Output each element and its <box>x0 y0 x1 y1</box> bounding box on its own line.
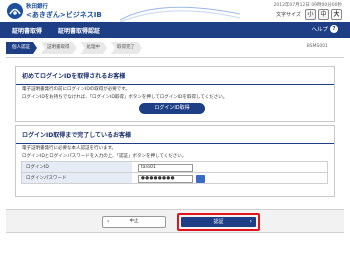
login-id-label: ログインID <box>22 162 132 172</box>
software-keyboard-icon[interactable] <box>196 175 205 189</box>
first-login-title: 初めてログインIDを取得されるお客様 <box>16 67 334 85</box>
fontsize-small-button[interactable]: 小 <box>305 9 316 20</box>
password-cell: ●●●●●●●● <box>132 173 327 189</box>
fontsize-medium-button[interactable]: 中 <box>318 9 329 20</box>
titlebar: 証明書取得 証明書取得認証 ヘルプ ? <box>0 22 350 38</box>
login-id-row: ログインID taro01 <box>21 161 328 173</box>
titlebar-section: 証明書取得 <box>12 28 43 35</box>
header: 秋田銀行 <あきぎん>ビジネスIB 2012年07月12日 09時00分00秒 … <box>0 0 350 22</box>
step-processing: 処理中 <box>81 42 108 54</box>
auth-button[interactable]: 認証 › <box>181 217 256 227</box>
datetime: 2012年07月12日 09時00分00秒 <box>273 3 342 8</box>
service-name: <あきぎん>ビジネスIB <box>26 11 102 19</box>
chevron-left-icon: ‹ <box>107 218 110 225</box>
password-input[interactable]: ●●●●●●●● <box>138 175 193 183</box>
fontsize-large-button[interactable]: 大 <box>331 9 342 20</box>
step-identity: 個人認証 <box>6 42 37 54</box>
help-link[interactable]: ヘルプ ? <box>311 25 338 33</box>
page-title: 証明書取得認証 <box>58 28 101 35</box>
existing-login-text2: ログインIDとログインパスワードを入力の上、「認証」ボタンを押してください。 <box>22 154 187 159</box>
cancel-label: 中止 <box>129 219 139 224</box>
progress-steps: 個人認証 証明書取得 処理中 取得完了 <box>6 42 146 54</box>
login-id-get-button[interactable]: ログインID取得 <box>139 103 205 114</box>
login-id-input[interactable]: taro01 <box>138 164 193 172</box>
fontsize-switcher: 文字サイズ 小 中 大 <box>276 9 342 20</box>
login-id-cell: taro01 <box>132 162 327 172</box>
step-complete: 取得完了 <box>111 42 142 54</box>
divider <box>6 57 344 58</box>
first-login-text1: 電子証明書発行の前にログインIDの取得が必要です。 <box>22 87 130 92</box>
first-login-text2: ログインIDをお持ちでなければ、「ログインID取得」ボタンを押してログインIDを… <box>22 95 228 100</box>
existing-login-text1: 電子証明書発行に必要な本人認証を行います。 <box>22 146 117 151</box>
step-certificate: 証明書取得 <box>41 42 77 54</box>
bank-name: 秋田銀行 <box>26 4 49 10</box>
action-bar: ‹ 中止 認証 › <box>6 209 344 233</box>
help-icon: ? <box>330 25 338 33</box>
existing-login-title: ログインID取得まで完了しているお客様 <box>16 126 334 144</box>
help-label: ヘルプ <box>311 27 328 33</box>
chevron-right-icon: › <box>249 218 252 225</box>
header-decoration <box>120 6 240 22</box>
bank-logo-icon <box>7 3 23 19</box>
screen-id: BSMS001 <box>306 44 328 49</box>
auth-button-highlight: 認証 › <box>177 213 260 231</box>
password-row: ログインパスワード ●●●●●●●● <box>21 172 328 189</box>
password-label: ログインパスワード <box>22 173 132 183</box>
login-form: ログインID taro01 ログインパスワード ●●●●●●●● <box>21 161 328 189</box>
fontsize-label: 文字サイズ <box>276 12 301 18</box>
cancel-button[interactable]: ‹ 中止 <box>102 216 166 228</box>
auth-label: 認証 <box>213 219 224 225</box>
